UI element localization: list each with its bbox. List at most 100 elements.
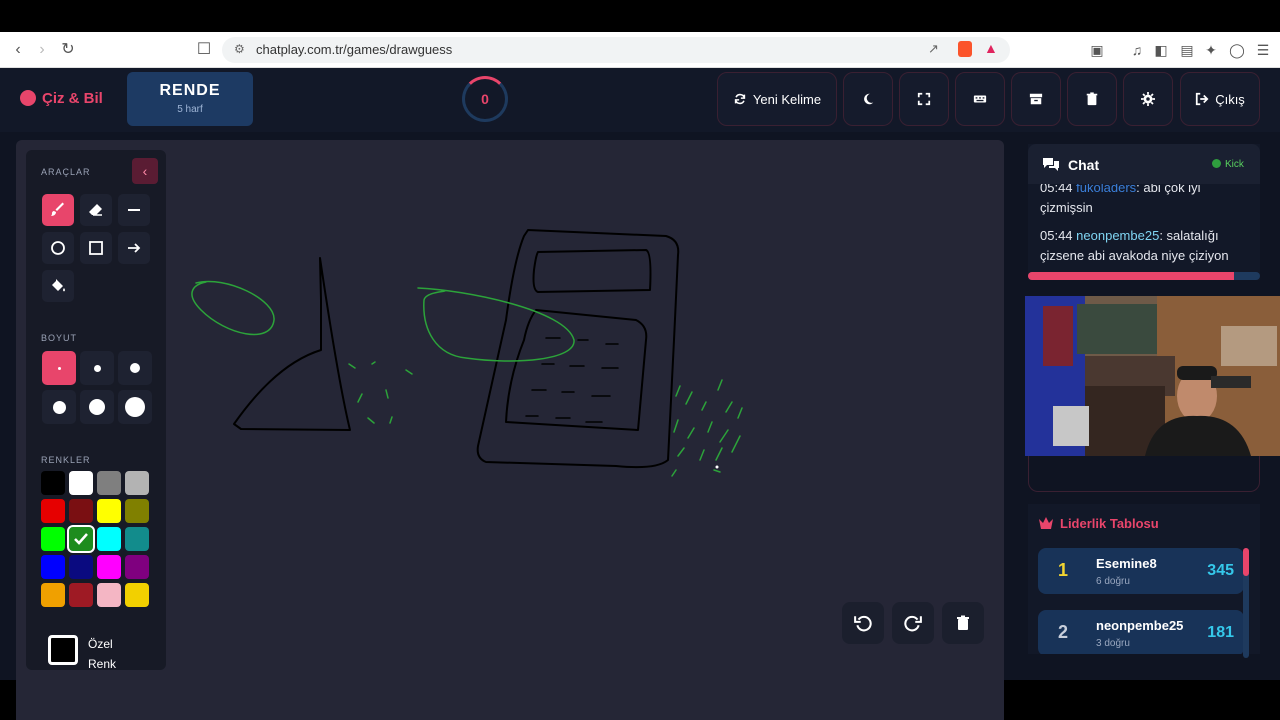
color-swatch[interactable] (125, 583, 149, 607)
bookmark-icon[interactable]: ☐ (194, 40, 214, 60)
chat-bubble-icon (1043, 158, 1059, 171)
trash-icon (957, 615, 969, 630)
color-swatch[interactable] (69, 471, 93, 495)
color-swatch[interactable] (41, 527, 65, 551)
arrow-right-icon (128, 243, 141, 253)
grater-panel-stroke (505, 309, 648, 431)
color-swatch[interactable] (97, 471, 121, 495)
size-dot (57, 366, 61, 370)
chat-panel: Chat Kick 05:44 fukoladers: abi çok iyi … (1028, 144, 1260, 280)
music-icon[interactable]: ♫ (1128, 41, 1146, 59)
size-option-3[interactable] (118, 351, 152, 385)
back-icon[interactable]: ‹ (8, 40, 28, 60)
size-option-6[interactable] (118, 390, 152, 424)
color-swatch[interactable] (67, 525, 95, 553)
custom-color-picker[interactable] (48, 635, 78, 665)
green-scribble-right (671, 379, 743, 477)
forward-icon[interactable]: › (32, 40, 52, 60)
color-swatch[interactable] (69, 583, 93, 607)
color-swatch[interactable] (125, 555, 149, 579)
address-bar[interactable]: ⚙ chatplay.com.tr/games/drawguess ↗ ▲ (222, 37, 1010, 63)
color-swatch[interactable] (41, 471, 65, 495)
color-swatch[interactable] (125, 527, 149, 551)
custom-color-label-line2: Renk (88, 657, 117, 671)
grater-holes-stroke (525, 337, 619, 423)
brush-icon (51, 202, 64, 216)
redo-icon (904, 615, 922, 632)
message-time: 05:44 (1040, 184, 1073, 195)
archive-icon (1029, 93, 1043, 105)
message-user: fukoladers (1076, 184, 1137, 195)
paint-bucket-icon (52, 279, 65, 292)
color-swatch[interactable] (97, 499, 121, 523)
collapse-panel-button[interactable]: ‹ (132, 158, 158, 184)
extension-icon[interactable]: ▣ (1088, 41, 1106, 59)
keyboard-icon (973, 95, 987, 103)
clear-button[interactable] (1067, 72, 1117, 126)
brush-tool[interactable] (42, 194, 74, 226)
reload-icon[interactable]: ↻ (58, 40, 78, 60)
share-icon[interactable]: ↗ (928, 41, 939, 57)
theme-button[interactable] (843, 72, 893, 126)
color-swatch[interactable] (41, 499, 65, 523)
clear-canvas-button[interactable] (942, 602, 984, 644)
vpn-icon[interactable]: ◯ (1228, 41, 1246, 59)
site-info-icon[interactable]: ⚙ (234, 42, 245, 56)
drawing-stage: ARAÇLAR ‹ BOYUT RENKLER Özel Renk (16, 140, 1004, 720)
custom-color-label-line1: Özel (88, 637, 113, 651)
brave-shield-icon[interactable] (958, 41, 972, 57)
fill-tool[interactable] (42, 270, 74, 302)
archive-button[interactable] (1011, 72, 1061, 126)
eraser-tool[interactable] (80, 194, 112, 226)
wallet-icon[interactable]: ▤ (1178, 41, 1196, 59)
color-swatch[interactable] (41, 555, 65, 579)
rectangle-tool[interactable] (80, 232, 112, 264)
line-icon (128, 209, 140, 211)
color-swatch[interactable] (97, 527, 121, 551)
size-option-4[interactable] (42, 390, 76, 424)
logout-icon (1196, 92, 1209, 106)
url-text: chatplay.com.tr/games/drawguess (256, 42, 453, 57)
row-name: Esemine8 (1096, 556, 1157, 571)
sidebar-icon[interactable]: ◧ (1152, 41, 1170, 59)
chat-message: 05:44 fukoladers: abi çok iyi çizmişsin (1040, 184, 1252, 218)
settings-button[interactable] (1123, 72, 1173, 126)
square-icon (89, 241, 103, 255)
crown-icon (1039, 517, 1053, 529)
message-user: neonpembe25 (1076, 228, 1160, 243)
color-swatch[interactable] (97, 583, 121, 607)
browser-toolbar: ‹ › ↻ ☐ ⚙ chatplay.com.tr/games/drawgues… (0, 32, 1280, 68)
line-tool[interactable] (118, 194, 150, 226)
new-word-button[interactable]: Yeni Kelime (717, 72, 837, 126)
color-swatch[interactable] (41, 583, 65, 607)
color-swatch[interactable] (69, 499, 93, 523)
word-display: RENDE 5 harf (127, 72, 253, 126)
brave-rewards-icon[interactable]: ▲ (984, 40, 998, 56)
fullscreen-button[interactable] (899, 72, 949, 126)
secret-word: RENDE (159, 82, 221, 99)
gear-icon (1141, 92, 1155, 106)
palette-icon (20, 90, 36, 106)
color-swatch[interactable] (97, 555, 121, 579)
green-dashes-left (348, 361, 413, 424)
leaderboard-scroll-thumb[interactable] (1243, 548, 1249, 576)
color-swatch[interactable] (125, 471, 149, 495)
size-option-5[interactable] (80, 390, 114, 424)
platform-label: Kick (1225, 159, 1244, 170)
leo-ai-icon[interactable]: ✦ (1202, 41, 1220, 59)
exit-button[interactable]: Çıkış (1180, 72, 1260, 126)
green-loop-left (191, 280, 275, 336)
redo-button[interactable] (892, 602, 934, 644)
color-swatch[interactable] (69, 555, 93, 579)
keyboard-button[interactable] (955, 72, 1005, 126)
leaderboard-row: 2 neonpembe25 3 doğru 181 (1038, 610, 1244, 654)
moon-icon (864, 93, 874, 105)
arrow-tool[interactable] (118, 232, 150, 264)
circle-tool[interactable] (42, 232, 74, 264)
eraser-icon (89, 204, 102, 216)
size-option-2[interactable] (80, 351, 114, 385)
color-swatch[interactable] (125, 499, 149, 523)
menu-icon[interactable]: ☰ (1254, 41, 1272, 59)
size-option-1[interactable] (42, 351, 76, 385)
undo-button[interactable] (842, 602, 884, 644)
